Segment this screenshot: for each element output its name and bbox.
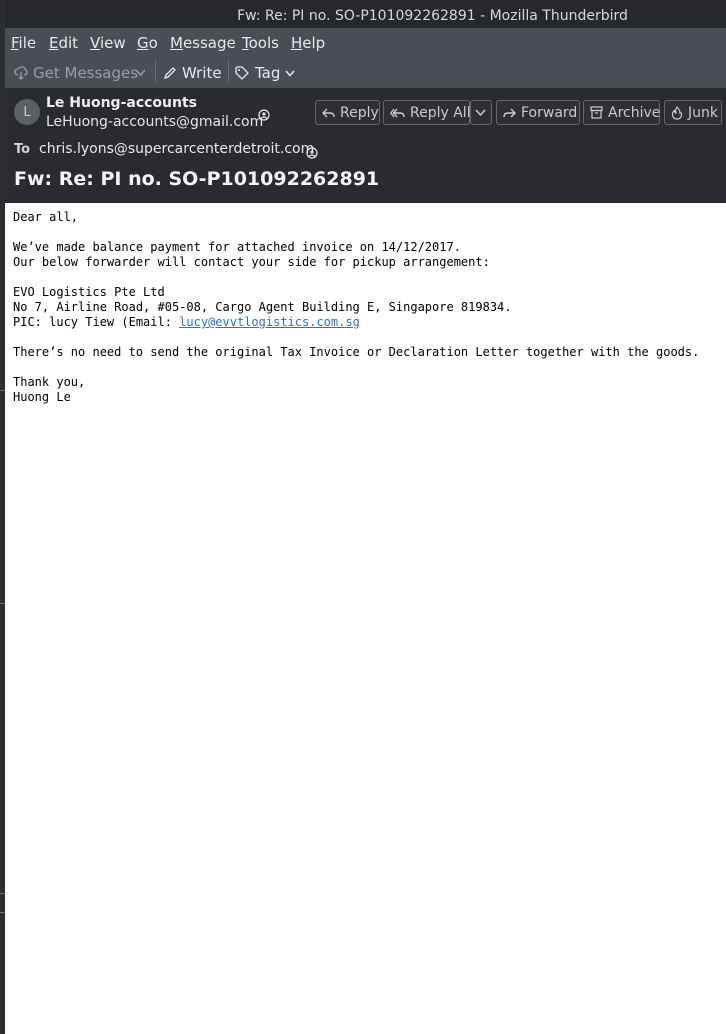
chevron-down-icon — [475, 108, 486, 117]
get-messages-dropdown[interactable] — [135, 63, 146, 83]
add-contact-icon[interactable] — [258, 106, 270, 121]
recipient-email[interactable]: chris.lyons@supercarcenterdetroit.com — [39, 141, 314, 157]
tag-label: Tag — [255, 64, 281, 82]
edge-marker — [0, 390, 5, 391]
junk-label: Junk — [688, 104, 718, 121]
menu-edit[interactable]: Edit — [49, 34, 78, 52]
forward-label: Forward — [521, 104, 578, 121]
menu-go[interactable]: Go — [137, 34, 158, 52]
menu-view[interactable]: View — [90, 34, 126, 52]
sender-email[interactable]: LeHuong-accounts@gmail.com — [46, 114, 263, 130]
sender-name[interactable]: Le Huong-accounts — [46, 95, 197, 111]
archive-label: Archive — [608, 104, 661, 121]
get-messages-label: Get Messages — [33, 64, 139, 82]
tag-icon — [235, 66, 250, 80]
reply-all-label: Reply All — [410, 104, 471, 121]
avatar: L — [14, 99, 40, 125]
reply-icon — [322, 107, 335, 119]
forward-icon — [503, 107, 516, 119]
edge-marker — [0, 603, 5, 604]
message-subject: Fw: Re: PI no. SO-P101092262891 — [14, 168, 380, 190]
message-body: Dear all, We’ve made balance payment for… — [13, 210, 723, 405]
menu-bar: File Edit View Go Message Tools Help — [5, 28, 726, 56]
body-note: There’s no need to send the original Tax… — [13, 345, 700, 359]
archive-button[interactable]: Archive — [583, 100, 660, 125]
body-company: EVO Logistics Pte Ltd — [13, 285, 165, 299]
toolbar-separator — [155, 60, 156, 82]
menu-tools[interactable]: Tools — [242, 34, 279, 52]
menu-file[interactable]: File — [11, 34, 36, 52]
reply-all-icon — [390, 107, 405, 119]
add-contact-icon[interactable] — [306, 144, 318, 159]
message-header: L Le Huong-accounts LeHuong-accounts@gma… — [5, 88, 726, 203]
archive-icon — [590, 106, 603, 119]
main-toolbar: Get Messages Write Tag — [5, 56, 726, 88]
write-label: Write — [182, 64, 222, 82]
get-messages-button[interactable]: Get Messages — [14, 63, 138, 83]
tag-button[interactable]: Tag — [235, 63, 295, 83]
forward-button[interactable]: Forward — [496, 100, 580, 125]
download-icon — [14, 66, 28, 80]
chevron-down-icon — [135, 69, 146, 77]
body-address: No 7, Airline Road, #05-08, Cargo Agent … — [13, 300, 512, 314]
body-pic-line: PIC: lucy Tiew (Email: lucy@evvtlogistic… — [13, 315, 723, 330]
pencil-icon — [163, 66, 177, 80]
email-link[interactable]: lucy@evvtlogistics.com.sg — [179, 315, 360, 329]
menu-message[interactable]: Message — [170, 34, 236, 52]
fire-icon — [671, 105, 683, 120]
body-pic-prefix: PIC: lucy Tiew (Email: — [13, 315, 180, 329]
reply-button[interactable]: Reply — [315, 100, 380, 125]
body-line: We’ve made balance payment for attached … — [13, 240, 461, 254]
window-title: Fw: Re: PI no. SO-P101092262891 - Mozill… — [237, 8, 628, 24]
edge-marker — [0, 893, 5, 894]
edge-marker — [0, 912, 5, 913]
write-button[interactable]: Write — [163, 63, 222, 83]
to-label: To — [14, 142, 31, 157]
body-closing: Thank you, — [13, 375, 86, 389]
body-line: Our below forwarder will contact your si… — [13, 255, 490, 269]
reply-all-dropdown[interactable] — [470, 100, 492, 125]
menu-help[interactable]: Help — [291, 34, 325, 52]
body-greeting: Dear all, — [13, 210, 79, 224]
toolbar-separator — [228, 60, 229, 82]
chevron-down-icon — [285, 70, 295, 77]
window-titlebar[interactable]: Fw: Re: PI no. SO-P101092262891 - Mozill… — [5, 0, 726, 28]
body-signature: Huong Le — [13, 390, 71, 404]
reply-label: Reply — [340, 104, 379, 121]
reply-all-button[interactable]: Reply All — [383, 100, 471, 125]
junk-button[interactable]: Junk — [664, 100, 722, 125]
